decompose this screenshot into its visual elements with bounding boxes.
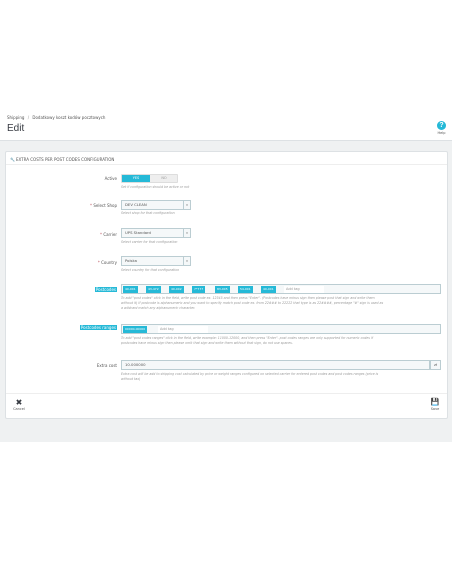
extra-cost-label: Extra cost <box>96 363 117 368</box>
chevron-down-icon: ▾ <box>183 229 190 237</box>
postcodes-help: To add "post codes" click in the field, … <box>121 296 441 310</box>
breadcrumb-separator: / <box>27 115 30 120</box>
country-label-text: Country <box>101 260 117 265</box>
help-button[interactable]: ? Help <box>436 121 447 137</box>
carrier-select[interactable]: UPS Standard ▾ <box>121 228 191 238</box>
active-switch[interactable]: YES NO <box>121 174 178 183</box>
cancel-label: Cancel <box>13 407 25 411</box>
page-title: Edit <box>7 123 25 134</box>
postcode-tag[interactable]: 43-472 <box>146 286 161 293</box>
ranges-add-tag[interactable]: Add tag <box>158 326 208 333</box>
currency-suffix: zł <box>430 360 441 370</box>
shop-help: Select shop for that configuration <box>121 211 175 215</box>
panel-heading: 🔧EXTRA COSTS PER POST CODES CONFIGURATIO… <box>10 157 114 162</box>
panel-heading-text: EXTRA COSTS PER POST CODES CONFIGURATION <box>15 157 115 162</box>
shop-select[interactable]: DEV CLEAN ▾ <box>121 200 191 210</box>
breadcrumb-item-module[interactable]: Dodatkowy koszt kodów pocztowych <box>32 115 105 120</box>
shop-label: * Select Shop <box>37 203 117 208</box>
postcode-tag[interactable]: 40-001 <box>123 286 138 293</box>
ranges-help: To add "post codes ranges" click in the … <box>121 336 441 346</box>
help-label: Help <box>437 131 446 135</box>
extra-cost-input[interactable]: 10.000000 <box>121 360 430 370</box>
postcode-tag[interactable]: 40-001 <box>261 286 276 293</box>
carrier-label: * Carrier <box>37 232 117 237</box>
shop-label-text: Select Shop <box>93 203 117 208</box>
wrench-icon: 🔧 <box>10 157 15 162</box>
country-label: * Country <box>37 260 117 265</box>
postcode-tag[interactable]: 83-005 <box>215 286 230 293</box>
shop-select-value: DEV CLEAN <box>125 202 147 207</box>
save-button[interactable]: 💾 Save <box>428 398 442 411</box>
carrier-help: Select carrier for that configuration <box>121 240 178 244</box>
chevron-down-icon: ▾ <box>183 257 190 265</box>
postcodes-label: Postcodes <box>37 287 117 292</box>
footer-divider <box>6 393 447 394</box>
active-label: Active <box>104 176 117 181</box>
cancel-button[interactable]: ✖ Cancel <box>12 398 26 411</box>
active-switch-no[interactable]: NO <box>150 175 178 182</box>
postcode-tag[interactable]: 54-001 <box>238 286 253 293</box>
ranges-label-text: Postcodes ranges <box>79 325 117 330</box>
extra-cost-help-line: without tax) <box>121 376 141 381</box>
country-help: Select country for that configuration <box>121 268 180 272</box>
carrier-label-text: Carrier <box>103 232 117 237</box>
chevron-down-icon: ▾ <box>183 201 190 209</box>
help-icon: ? <box>437 121 446 130</box>
carrier-select-value: UPS Standard <box>125 230 151 235</box>
save-icon: 💾 <box>430 398 440 406</box>
postcodes-help-line: a wildcard match any alphanumeric charac… <box>121 305 196 310</box>
breadcrumb: Shipping / Dodatkowy koszt kodów pocztow… <box>7 115 105 120</box>
country-select-value: Polska <box>125 258 137 263</box>
panel-divider <box>6 164 447 165</box>
postcode-tag[interactable]: 7*777 <box>192 286 206 293</box>
breadcrumb-item-shipping[interactable]: Shipping <box>7 115 24 120</box>
ranges-help-line: postcodes have minus sign then please om… <box>121 340 293 345</box>
extra-cost-help: Extra cost will be add to shipping cost … <box>121 372 441 382</box>
active-help: Set if configuration should be active or… <box>121 185 190 189</box>
range-tag[interactable]: 00000-00000 <box>123 326 148 333</box>
postcodes-tag-input[interactable]: 40-001 43-472 40-002 7*777 83-005 54-001… <box>121 284 441 294</box>
postcodes-label-text: Postcodes <box>94 287 117 292</box>
active-switch-yes[interactable]: YES <box>122 175 150 182</box>
postcode-tag[interactable]: 40-002 <box>169 286 184 293</box>
save-label: Save <box>430 407 440 411</box>
ranges-label: Postcodes ranges <box>37 325 117 330</box>
ranges-tag-input[interactable]: 00000-00000 Add tag <box>121 324 441 334</box>
postcodes-add-tag[interactable]: Add tag <box>284 286 324 293</box>
country-select[interactable]: Polska ▾ <box>121 256 191 266</box>
close-icon: ✖ <box>15 398 23 407</box>
